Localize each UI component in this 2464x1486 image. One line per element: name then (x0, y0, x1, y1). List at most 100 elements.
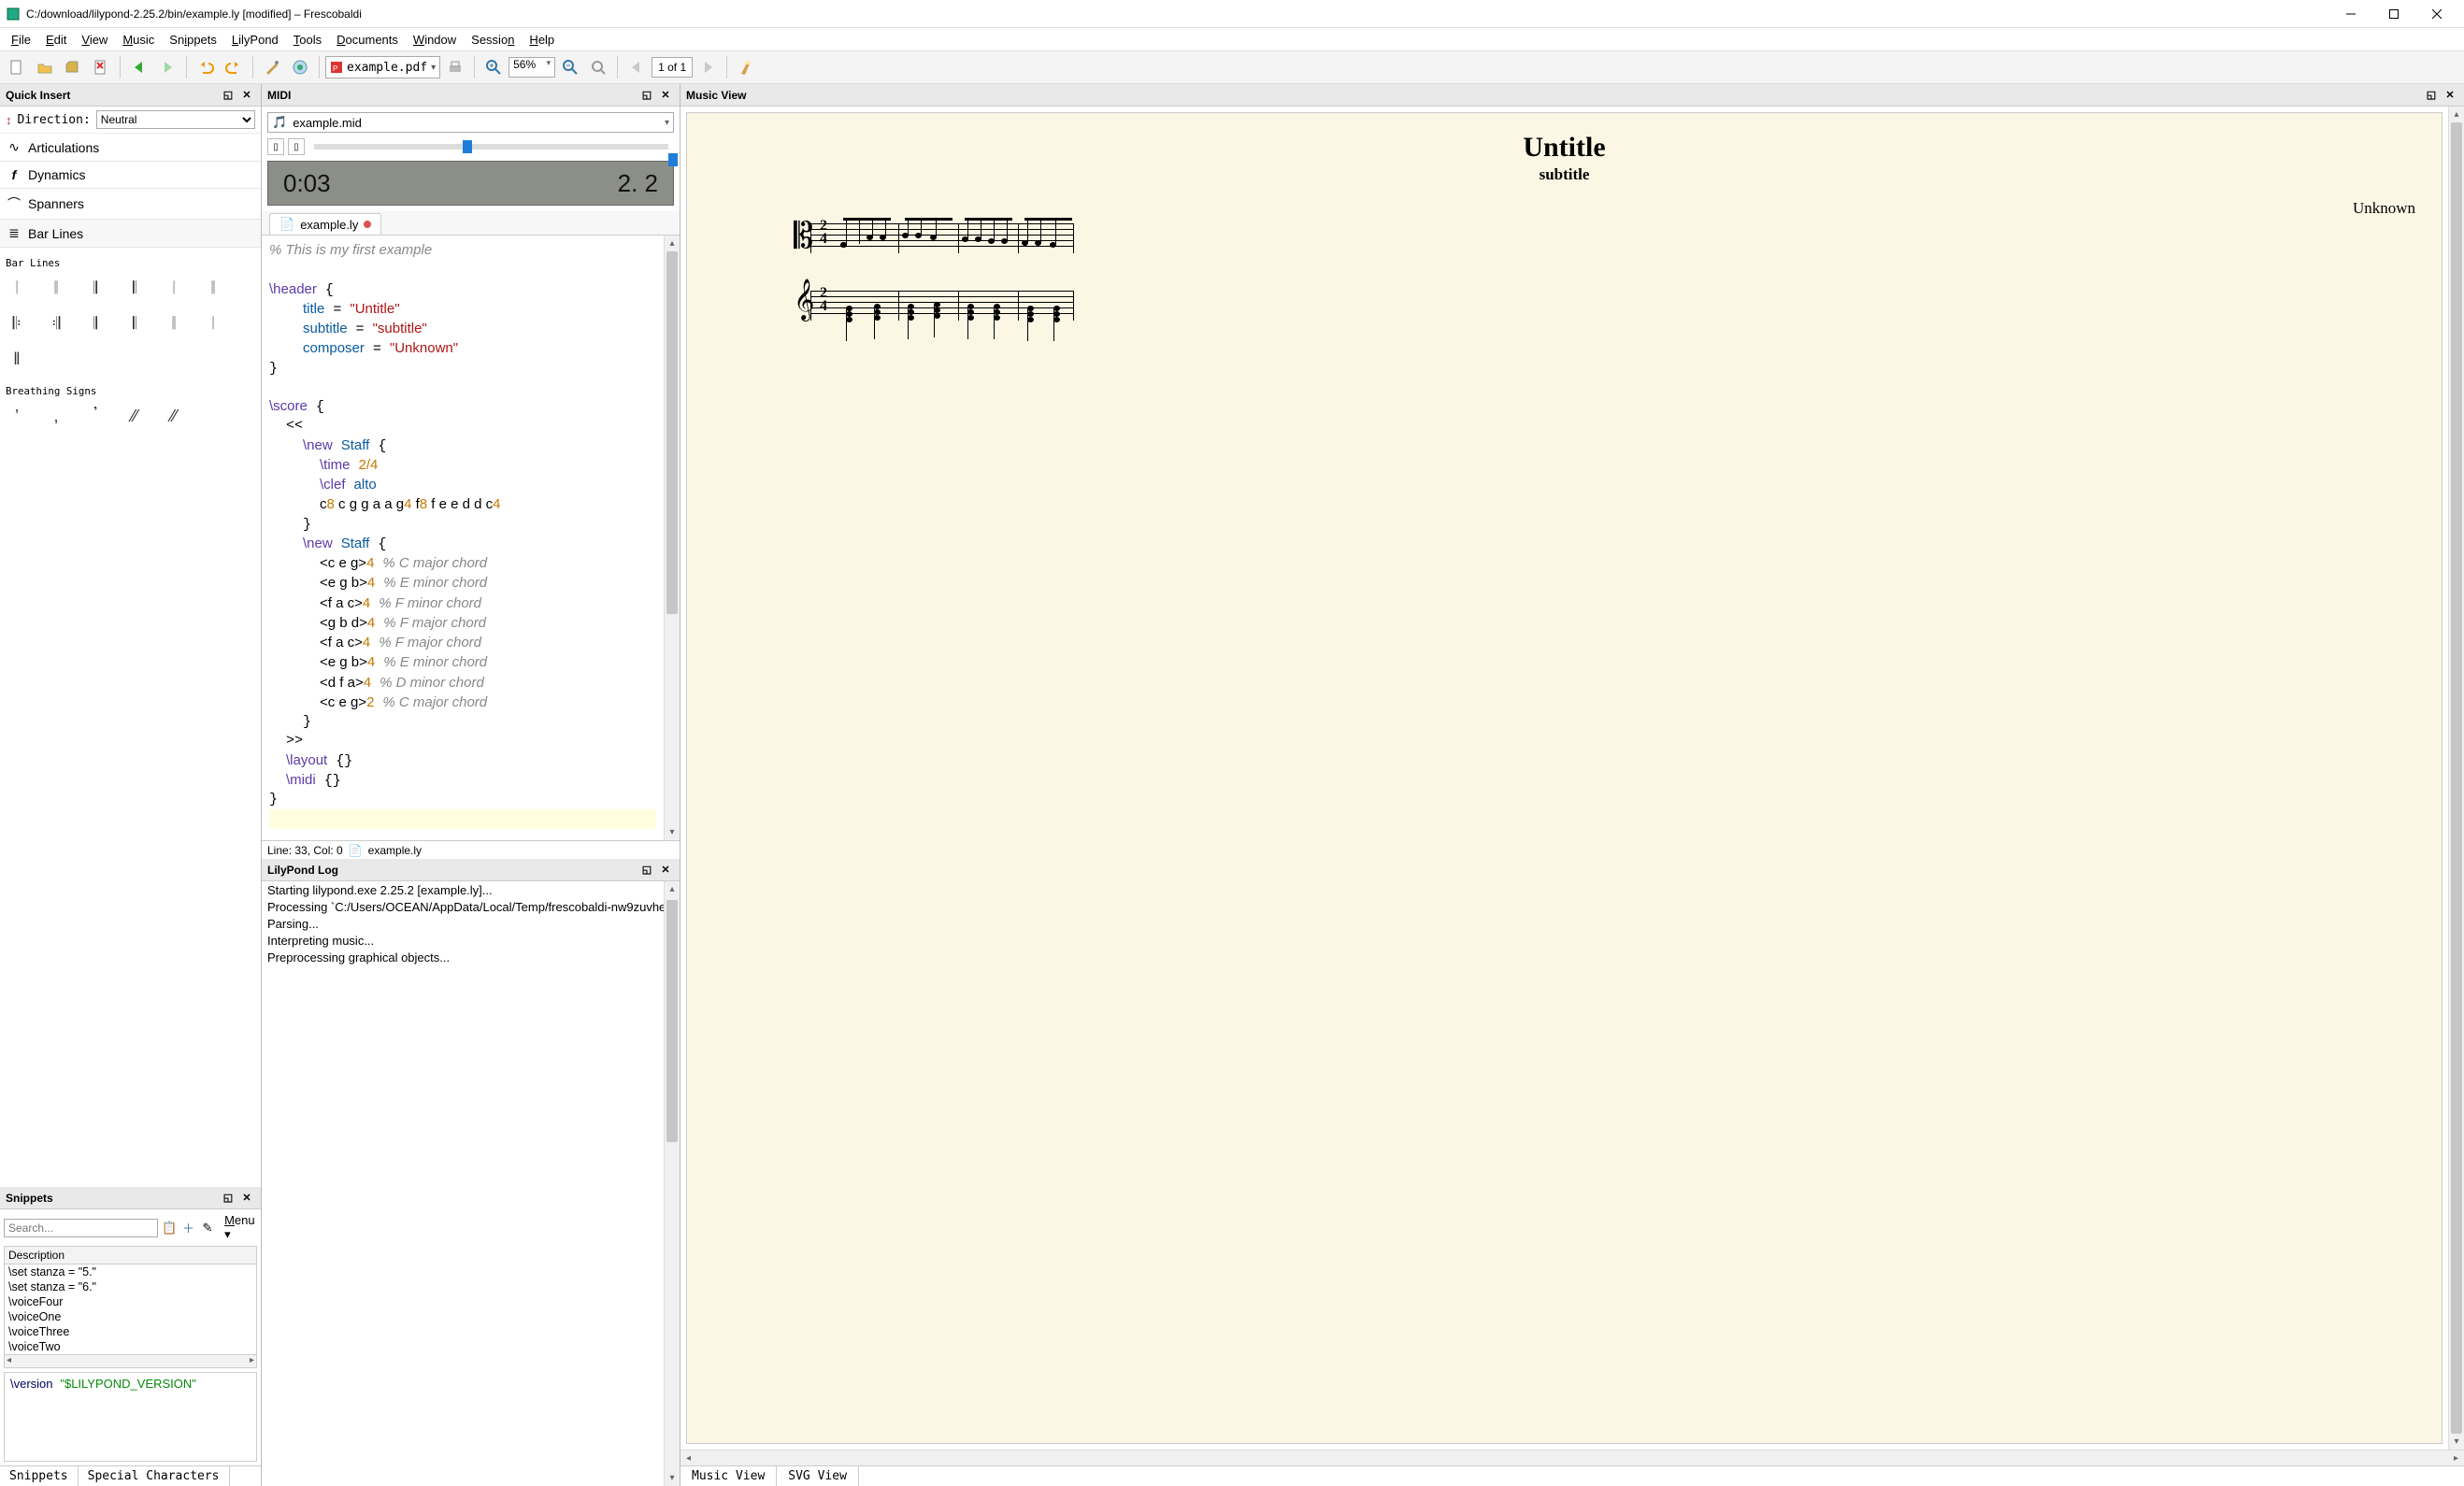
menu-session[interactable]: Session (464, 31, 522, 49)
midi-rewind-button[interactable]: ▯ (267, 138, 284, 155)
breath-glyph[interactable]: ’ (7, 405, 26, 427)
snippet-row[interactable]: \voiceOne (5, 1309, 256, 1324)
barline-glyph[interactable]: 𝄂 (86, 312, 105, 335)
menu-window[interactable]: Window (406, 31, 464, 49)
menu-edit[interactable]: Edit (38, 31, 74, 49)
paste-icon[interactable]: 📋 (162, 1219, 177, 1237)
zoom-out-button[interactable] (557, 54, 583, 80)
music-view-hscrollbar[interactable]: ◂▸ (680, 1450, 2464, 1465)
menu-lilypond[interactable]: LilyPond (224, 31, 286, 49)
tab-snippets[interactable]: Snippets (0, 1466, 79, 1486)
snippets-list-header[interactable]: Description (5, 1247, 256, 1265)
tab-special-chars[interactable]: Special Characters (79, 1466, 230, 1486)
snippet-row[interactable]: \voiceTwo (5, 1339, 256, 1354)
page-next-button[interactable] (695, 54, 721, 80)
barline-glyph[interactable]: 𝄁 (47, 277, 65, 299)
snippets-search-input[interactable] (4, 1219, 158, 1237)
log-vscrollbar[interactable]: ▴ ▾ (664, 881, 680, 1486)
midi-file-selector[interactable]: 🎵 example.mid ▾ (267, 112, 674, 133)
panel-float-button[interactable]: ◱ (638, 862, 655, 879)
barline-glyph[interactable]: 𝄃 (125, 277, 144, 299)
midi-play-button[interactable]: ▯ (288, 138, 305, 155)
zoom-fit-button[interactable] (585, 54, 611, 80)
breath-glyph[interactable]: ⁄⁄ (125, 405, 144, 427)
menu-tools[interactable]: Tools (286, 31, 329, 49)
barline-glyph[interactable]: ‖ (7, 348, 26, 370)
undo-button[interactable] (193, 54, 219, 80)
engrave-button[interactable] (259, 54, 285, 80)
snippet-row[interactable]: \set stanza = "5." (5, 1265, 256, 1279)
score-page[interactable]: Untitle subtitle Unknown 𝄡 24 (686, 112, 2443, 1444)
snippets-hscroll[interactable]: ◂▸ (5, 1354, 256, 1367)
qi-cat-dynamics[interactable]: fDynamics (0, 162, 261, 189)
tab-svg-view[interactable]: SVG View (777, 1466, 859, 1486)
barline-glyph[interactable]: 𝄂 (86, 277, 105, 299)
menu-help[interactable]: Help (522, 31, 562, 49)
pdf-selector[interactable]: P example.pdf ▾ (325, 56, 440, 79)
print-button[interactable] (442, 54, 468, 80)
direction-select[interactable]: Neutral (96, 110, 255, 129)
close-file-button[interactable] (88, 54, 114, 80)
tab-music-view[interactable]: Music View (680, 1466, 777, 1486)
barline-glyph[interactable]: 𝄀 (165, 277, 183, 299)
qi-cat-barlines[interactable]: ≣Bar Lines (0, 220, 261, 248)
redo-button[interactable] (221, 54, 247, 80)
clear-button[interactable] (733, 54, 759, 80)
log-output[interactable]: Starting lilypond.exe 2.25.2 [example.ly… (262, 881, 664, 1486)
panel-close-button[interactable]: ✕ (238, 1190, 255, 1207)
panel-close-button[interactable]: ✕ (657, 87, 674, 104)
breath-glyph[interactable]: ⁄⁄ (165, 405, 183, 427)
menu-file[interactable]: File (4, 31, 38, 49)
menu-view[interactable]: View (74, 31, 115, 49)
code-editor[interactable]: % This is my first example \header { tit… (262, 236, 664, 840)
panel-close-button[interactable]: ✕ (2442, 87, 2458, 104)
barline-glyph[interactable]: 𝄆 (7, 312, 26, 335)
nav-forward-button[interactable] (154, 54, 180, 80)
snippet-row[interactable]: \voiceFour (5, 1294, 256, 1309)
zoom-in-button[interactable] (480, 54, 507, 80)
barline-glyph[interactable]: 𝄁 (204, 277, 222, 299)
zoom-input[interactable]: 56% ▾ (509, 57, 555, 78)
edit-snippet-button[interactable]: ✎ (200, 1219, 215, 1237)
barline-glyph[interactable]: 𝄁 (165, 312, 183, 335)
page-indicator[interactable]: 1 of 1 (652, 57, 693, 78)
barline-glyph[interactable]: 𝄇 (47, 312, 65, 335)
save-file-button[interactable] (60, 54, 86, 80)
music-view-vscrollbar[interactable]: ▴ ▾ (2448, 107, 2464, 1450)
add-snippet-button[interactable]: ＋ (180, 1219, 195, 1237)
panel-float-button[interactable]: ◱ (2423, 87, 2440, 104)
menu-music[interactable]: Music (115, 31, 162, 49)
panel-close-button[interactable]: ✕ (657, 862, 674, 879)
maximize-button[interactable] (2372, 0, 2415, 28)
open-file-button[interactable] (32, 54, 58, 80)
barline-glyph[interactable]: 𝄃 (125, 312, 144, 335)
close-button[interactable] (2415, 0, 2458, 28)
engrave-custom-button[interactable] (287, 54, 313, 80)
barlines-icon: ≣ (7, 225, 21, 241)
log-header: LilyPond Log ◱ ✕ (262, 859, 680, 881)
panel-close-button[interactable]: ✕ (238, 87, 255, 104)
nav-back-button[interactable] (126, 54, 152, 80)
qi-cat-spanners[interactable]: ⌒Spanners (0, 189, 261, 220)
editor-vscrollbar[interactable]: ▴ ▾ (664, 236, 680, 840)
barline-glyph[interactable]: 𝄀 (204, 312, 222, 335)
midi-position-slider[interactable] (314, 144, 668, 150)
snippet-row[interactable]: \voiceThree (5, 1324, 256, 1339)
editor-tab[interactable]: 📄 example.ly (269, 213, 381, 235)
barline-glyph[interactable]: 𝄀 (7, 277, 26, 299)
menu-documents[interactable]: Documents (329, 31, 406, 49)
snippet-row[interactable]: \set stanza = "6." (5, 1279, 256, 1294)
file-icon: 📄 (279, 217, 294, 232)
panel-float-button[interactable]: ◱ (638, 87, 655, 104)
qi-cat-articulations[interactable]: ∿Articulations (0, 134, 261, 162)
minimize-button[interactable] (2329, 0, 2372, 28)
new-file-button[interactable] (4, 54, 30, 80)
midi-tempo-slider-thumb[interactable] (668, 153, 678, 166)
panel-float-button[interactable]: ◱ (220, 87, 236, 104)
panel-float-button[interactable]: ◱ (220, 1190, 236, 1207)
menu-snippets[interactable]: Snippets (162, 31, 224, 49)
breath-glyph[interactable]: , (47, 405, 65, 427)
page-prev-button[interactable] (623, 54, 650, 80)
snippets-menu-button[interactable]: MMenuenu ▾ (224, 1213, 257, 1242)
breath-glyph[interactable]: 𝄒 (86, 405, 105, 427)
